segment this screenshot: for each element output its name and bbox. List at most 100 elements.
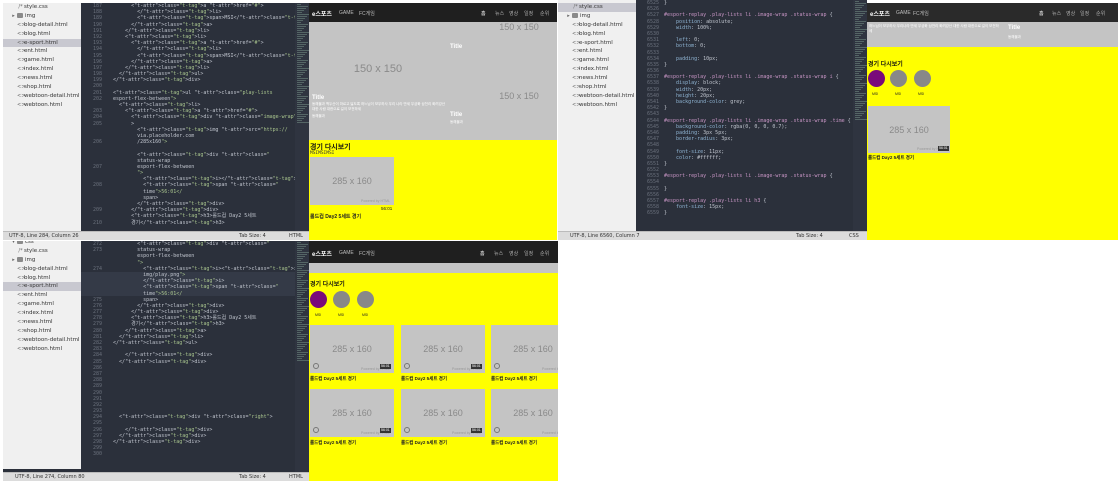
code-line[interactable]: <"t-attr">class="t-tag">div "t-attr">cla… bbox=[107, 152, 295, 158]
sidebar-item[interactable]: <>shop.html bbox=[3, 327, 81, 336]
code-line[interactable]: <"t-attr">class="t-tag">div "t-attr">cla… bbox=[107, 414, 295, 420]
sidebar-item[interactable]: <>e-sport.html bbox=[3, 282, 81, 292]
code-line[interactable]: #esport-replay .play-lists li .image-wra… bbox=[664, 173, 853, 179]
video-caption[interactable]: 롤드컵 Day2 5세트 경기 bbox=[401, 440, 447, 446]
nav-video[interactable]: 영상 bbox=[509, 250, 518, 257]
video-caption[interactable]: 롤드컵 Day2 5세트 경기 bbox=[868, 155, 914, 161]
nav-game[interactable]: GAME bbox=[896, 10, 911, 16]
video-caption[interactable]: 롤드컵 Day2 5세트 경기 bbox=[310, 213, 361, 220]
sidebar-item[interactable]: <>e-sport.html bbox=[3, 38, 81, 48]
status-tab-size[interactable]: Tab Size: 4 bbox=[239, 473, 266, 481]
sidebar-item[interactable]: <>e-sport.html bbox=[558, 39, 636, 48]
sidebar-item[interactable]: <>webtoon-detail.html bbox=[3, 336, 81, 345]
code-editor-3[interactable]: 272 273 274 275 276 277 278 279 280 281 282 283 284 2… bbox=[81, 241, 309, 472]
video-caption[interactable]: 롤드컵 Day2 5세트 경기 bbox=[401, 376, 447, 382]
team-avatar-1[interactable] bbox=[310, 291, 327, 308]
sidebar-item[interactable]: <>blog.html bbox=[3, 30, 81, 39]
nav-video[interactable]: 영상 bbox=[509, 10, 518, 17]
play-icon[interactable] bbox=[313, 363, 319, 369]
video-caption[interactable]: 롤드컵 Day2 5세트 경기 bbox=[310, 376, 356, 382]
team-avatar-1[interactable] bbox=[868, 70, 885, 87]
nav-schedule[interactable]: 일정 bbox=[1080, 10, 1089, 17]
nav-video[interactable]: 영상 bbox=[1066, 10, 1075, 17]
sidebar-item[interactable]: <>webtoon-detail.html bbox=[3, 92, 81, 101]
sidebar-item[interactable]: <>news.html bbox=[3, 74, 81, 83]
nav-home[interactable]: 홈 bbox=[1039, 10, 1044, 17]
minimap[interactable] bbox=[295, 3, 309, 231]
status-tab-size[interactable]: Tab Size: 4 bbox=[239, 232, 266, 240]
nav-rank[interactable]: 순위 bbox=[1096, 10, 1105, 17]
sidebar-item[interactable]: <>blog-detail.html bbox=[3, 21, 81, 30]
nav-home[interactable]: 홈 bbox=[480, 250, 485, 257]
sidebar-item[interactable]: <>ent.html bbox=[558, 47, 636, 56]
video-caption[interactable]: 롤드컵 Day2 5세트 경기 bbox=[491, 440, 537, 446]
code-area[interactable]: <"t-attr">class="t-tag">div "t-attr">cla… bbox=[107, 241, 309, 472]
sidebar-item[interactable]: <>index.html bbox=[558, 65, 636, 74]
code-line[interactable]: } bbox=[664, 210, 853, 216]
team-avatar-2[interactable] bbox=[333, 291, 350, 308]
minimap[interactable] bbox=[295, 241, 309, 472]
sidebar-item[interactable]: <>webtoon.html bbox=[3, 345, 81, 354]
code-line[interactable]: <"t-attr">class="t-tag">div "t-attr">cla… bbox=[107, 114, 297, 120]
nav-news[interactable]: 뉴스 bbox=[494, 250, 503, 257]
sidebar-item[interactable]: ▸ img bbox=[558, 12, 636, 21]
code-line[interactable]: <"t-attr">class="t-tag">span "t-attr">cl… bbox=[107, 182, 295, 188]
sidebar-item[interactable]: <>webtoon.html bbox=[558, 101, 636, 110]
minimap[interactable] bbox=[853, 0, 867, 231]
play-icon[interactable] bbox=[404, 427, 410, 433]
sidebar-item[interactable]: <>shop.html bbox=[3, 83, 81, 92]
sidebar-item[interactable]: <>blog.html bbox=[3, 274, 81, 283]
side-card-title-1[interactable]: Title bbox=[450, 44, 462, 50]
code-line[interactable]: 경기</"t-attr">class="t-tag">h3> bbox=[107, 220, 295, 226]
code-editor-2[interactable]: 6525 6526 6527 6528 6529 6530 6531 6532 6533 6534… bbox=[636, 0, 867, 231]
sidebar-item[interactable]: <>blog-detail.html bbox=[558, 21, 636, 30]
team-avatar-2[interactable] bbox=[890, 70, 907, 87]
nav-home[interactable]: 홈 bbox=[481, 10, 486, 17]
code-line[interactable] bbox=[107, 451, 295, 457]
video-caption[interactable]: 롤드컵 Day2 5세트 경기 bbox=[491, 376, 537, 382]
play-icon[interactable] bbox=[494, 363, 500, 369]
nav-game[interactable]: GAME bbox=[339, 10, 354, 16]
sidebar-item[interactable]: <>blog.html bbox=[558, 30, 636, 39]
nav-rank[interactable]: 순위 bbox=[540, 10, 549, 17]
video-thumbnail[interactable]: 285 x 160Powered by HTML bbox=[491, 389, 558, 437]
site-logo[interactable]: e스포츠 bbox=[870, 9, 890, 18]
side-card-title[interactable]: Title bbox=[1008, 25, 1020, 31]
nav-fc[interactable]: FC게임 bbox=[359, 250, 375, 257]
sidebar-item[interactable]: <>game.html bbox=[558, 56, 636, 65]
sidebar-item[interactable]: /*style.css bbox=[558, 3, 636, 12]
play-icon[interactable] bbox=[313, 427, 319, 433]
site-logo[interactable]: e스포츠 bbox=[312, 9, 332, 18]
code-line[interactable]: <"t-attr">class="t-tag">ul "t-attr">clas… bbox=[107, 90, 295, 96]
sidebar-item[interactable]: <>game.html bbox=[3, 300, 81, 309]
news-card-main[interactable]: Title 동해물과 백두산이 마르고 닳도록 하느님이 보우하사 우리 나라 … bbox=[312, 95, 446, 119]
nav-schedule[interactable]: 일정 bbox=[524, 10, 533, 17]
play-icon[interactable] bbox=[404, 363, 410, 369]
side-card-title-2[interactable]: Title bbox=[450, 112, 462, 118]
code-line[interactable]: <"t-attr">class="t-tag">span "t-attr">cl… bbox=[107, 284, 295, 290]
sidebar-item[interactable]: <>shop.html bbox=[558, 83, 636, 92]
nav-game[interactable]: GAME bbox=[339, 250, 354, 256]
video-thumbnail[interactable]: 285 x 160Powered by HTML bbox=[491, 325, 558, 373]
code-editor-1[interactable]: 187 188 189 190 191 192 193 194 195 196 197 198 199 2… bbox=[81, 3, 309, 240]
code-area[interactable]: } #esport-replay .play-lists li .image-wr… bbox=[664, 0, 853, 231]
status-syntax[interactable]: CSS bbox=[849, 232, 859, 240]
status-syntax[interactable]: HTML bbox=[289, 232, 303, 240]
nav-fc[interactable]: FC게임 bbox=[913, 10, 929, 17]
team-avatar-3[interactable] bbox=[357, 291, 374, 308]
nav-schedule[interactable]: 일정 bbox=[524, 250, 533, 257]
sidebar-item[interactable]: <>webtoon-detail.html bbox=[558, 92, 636, 101]
status-syntax[interactable]: HTML bbox=[289, 473, 303, 481]
sidebar-item[interactable]: <>blog-detail.html bbox=[3, 265, 81, 274]
sidebar-item[interactable]: <>news.html bbox=[558, 74, 636, 83]
sidebar-item[interactable]: /*style.css bbox=[3, 3, 81, 12]
sidebar-item[interactable]: <>webtoon.html bbox=[3, 101, 81, 110]
sidebar-item[interactable]: ▸ img bbox=[3, 12, 81, 21]
code-area[interactable]: <"t-attr">class="t-tag">a "t-attr">href=… bbox=[107, 3, 309, 231]
sidebar-item[interactable]: <>ent.html bbox=[3, 47, 81, 56]
play-icon[interactable] bbox=[494, 427, 500, 433]
nav-fc[interactable]: FC게임 bbox=[359, 10, 375, 17]
sidebar-item[interactable]: <>index.html bbox=[3, 309, 81, 318]
sidebar-item[interactable]: <>ent.html bbox=[3, 291, 81, 300]
sidebar-item[interactable]: <>index.html bbox=[3, 65, 81, 74]
